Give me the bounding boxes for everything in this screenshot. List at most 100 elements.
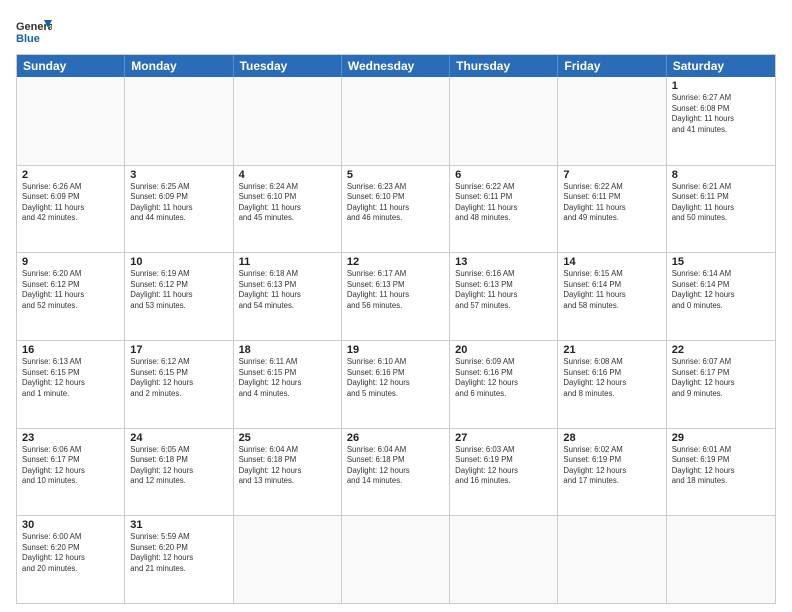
day-number: 23 xyxy=(22,432,119,444)
day-cell-30: 30Sunrise: 6:00 AM Sunset: 6:20 PM Dayli… xyxy=(17,516,125,603)
day-info: Sunrise: 6:04 AM Sunset: 6:18 PM Dayligh… xyxy=(239,445,336,487)
day-number: 31 xyxy=(130,519,227,531)
day-cell-5: 5Sunrise: 6:23 AM Sunset: 6:10 PM Daylig… xyxy=(342,166,450,253)
day-number: 7 xyxy=(563,169,660,181)
weekday-header-wednesday: Wednesday xyxy=(342,55,450,77)
svg-text:Blue: Blue xyxy=(16,33,40,45)
day-cell-22: 22Sunrise: 6:07 AM Sunset: 6:17 PM Dayli… xyxy=(667,341,775,428)
day-cell-17: 17Sunrise: 6:12 AM Sunset: 6:15 PM Dayli… xyxy=(125,341,233,428)
day-number: 14 xyxy=(563,256,660,268)
day-info: Sunrise: 6:12 AM Sunset: 6:15 PM Dayligh… xyxy=(130,357,227,399)
empty-cell-r5c6 xyxy=(667,516,775,603)
calendar-row-5: 30Sunrise: 6:00 AM Sunset: 6:20 PM Dayli… xyxy=(17,515,775,603)
day-number: 12 xyxy=(347,256,444,268)
weekday-header-sunday: Sunday xyxy=(17,55,125,77)
day-cell-12: 12Sunrise: 6:17 AM Sunset: 6:13 PM Dayli… xyxy=(342,253,450,340)
empty-cell-r0c0 xyxy=(17,77,125,165)
day-info: Sunrise: 6:23 AM Sunset: 6:10 PM Dayligh… xyxy=(347,182,444,224)
day-info: Sunrise: 6:01 AM Sunset: 6:19 PM Dayligh… xyxy=(672,445,770,487)
day-number: 26 xyxy=(347,432,444,444)
day-info: Sunrise: 6:06 AM Sunset: 6:17 PM Dayligh… xyxy=(22,445,119,487)
day-cell-15: 15Sunrise: 6:14 AM Sunset: 6:14 PM Dayli… xyxy=(667,253,775,340)
day-info: Sunrise: 6:22 AM Sunset: 6:11 PM Dayligh… xyxy=(455,182,552,224)
empty-cell-r0c4 xyxy=(450,77,558,165)
day-cell-24: 24Sunrise: 6:05 AM Sunset: 6:18 PM Dayli… xyxy=(125,429,233,516)
day-cell-20: 20Sunrise: 6:09 AM Sunset: 6:16 PM Dayli… xyxy=(450,341,558,428)
day-info: Sunrise: 6:11 AM Sunset: 6:15 PM Dayligh… xyxy=(239,357,336,399)
day-cell-26: 26Sunrise: 6:04 AM Sunset: 6:18 PM Dayli… xyxy=(342,429,450,516)
calendar-header: SundayMondayTuesdayWednesdayThursdayFrid… xyxy=(17,55,775,77)
day-number: 30 xyxy=(22,519,119,531)
day-cell-23: 23Sunrise: 6:06 AM Sunset: 6:17 PM Dayli… xyxy=(17,429,125,516)
day-cell-16: 16Sunrise: 6:13 AM Sunset: 6:15 PM Dayli… xyxy=(17,341,125,428)
day-cell-27: 27Sunrise: 6:03 AM Sunset: 6:19 PM Dayli… xyxy=(450,429,558,516)
weekday-header-monday: Monday xyxy=(125,55,233,77)
day-number: 3 xyxy=(130,169,227,181)
day-info: Sunrise: 6:25 AM Sunset: 6:09 PM Dayligh… xyxy=(130,182,227,224)
header: General Blue xyxy=(16,16,776,46)
day-info: Sunrise: 6:08 AM Sunset: 6:16 PM Dayligh… xyxy=(563,357,660,399)
day-info: Sunrise: 6:22 AM Sunset: 6:11 PM Dayligh… xyxy=(563,182,660,224)
day-cell-8: 8Sunrise: 6:21 AM Sunset: 6:11 PM Daylig… xyxy=(667,166,775,253)
calendar-row-1: 2Sunrise: 6:26 AM Sunset: 6:09 PM Daylig… xyxy=(17,165,775,253)
day-cell-2: 2Sunrise: 6:26 AM Sunset: 6:09 PM Daylig… xyxy=(17,166,125,253)
day-number: 29 xyxy=(672,432,770,444)
day-number: 24 xyxy=(130,432,227,444)
empty-cell-r5c5 xyxy=(558,516,666,603)
day-info: Sunrise: 6:20 AM Sunset: 6:12 PM Dayligh… xyxy=(22,269,119,311)
day-cell-6: 6Sunrise: 6:22 AM Sunset: 6:11 PM Daylig… xyxy=(450,166,558,253)
day-cell-7: 7Sunrise: 6:22 AM Sunset: 6:11 PM Daylig… xyxy=(558,166,666,253)
day-number: 22 xyxy=(672,344,770,356)
day-info: Sunrise: 6:18 AM Sunset: 6:13 PM Dayligh… xyxy=(239,269,336,311)
day-info: Sunrise: 6:26 AM Sunset: 6:09 PM Dayligh… xyxy=(22,182,119,224)
day-info: Sunrise: 6:21 AM Sunset: 6:11 PM Dayligh… xyxy=(672,182,770,224)
day-info: Sunrise: 6:02 AM Sunset: 6:19 PM Dayligh… xyxy=(563,445,660,487)
day-number: 18 xyxy=(239,344,336,356)
weekday-header-friday: Friday xyxy=(558,55,666,77)
day-number: 28 xyxy=(563,432,660,444)
day-number: 8 xyxy=(672,169,770,181)
day-info: Sunrise: 6:15 AM Sunset: 6:14 PM Dayligh… xyxy=(563,269,660,311)
day-cell-14: 14Sunrise: 6:15 AM Sunset: 6:14 PM Dayli… xyxy=(558,253,666,340)
calendar: SundayMondayTuesdayWednesdayThursdayFrid… xyxy=(16,54,776,604)
day-number: 11 xyxy=(239,256,336,268)
day-info: Sunrise: 6:03 AM Sunset: 6:19 PM Dayligh… xyxy=(455,445,552,487)
day-cell-29: 29Sunrise: 6:01 AM Sunset: 6:19 PM Dayli… xyxy=(667,429,775,516)
day-cell-11: 11Sunrise: 6:18 AM Sunset: 6:13 PM Dayli… xyxy=(234,253,342,340)
day-number: 10 xyxy=(130,256,227,268)
weekday-header-thursday: Thursday xyxy=(450,55,558,77)
day-info: Sunrise: 6:24 AM Sunset: 6:10 PM Dayligh… xyxy=(239,182,336,224)
day-cell-3: 3Sunrise: 6:25 AM Sunset: 6:09 PM Daylig… xyxy=(125,166,233,253)
day-info: Sunrise: 6:14 AM Sunset: 6:14 PM Dayligh… xyxy=(672,269,770,311)
day-number: 9 xyxy=(22,256,119,268)
day-number: 21 xyxy=(563,344,660,356)
day-number: 5 xyxy=(347,169,444,181)
empty-cell-r0c3 xyxy=(342,77,450,165)
calendar-row-4: 23Sunrise: 6:06 AM Sunset: 6:17 PM Dayli… xyxy=(17,428,775,516)
day-info: Sunrise: 6:17 AM Sunset: 6:13 PM Dayligh… xyxy=(347,269,444,311)
day-number: 15 xyxy=(672,256,770,268)
calendar-body: 1Sunrise: 6:27 AM Sunset: 6:08 PM Daylig… xyxy=(17,77,775,603)
day-number: 4 xyxy=(239,169,336,181)
day-cell-9: 9Sunrise: 6:20 AM Sunset: 6:12 PM Daylig… xyxy=(17,253,125,340)
day-cell-28: 28Sunrise: 6:02 AM Sunset: 6:19 PM Dayli… xyxy=(558,429,666,516)
day-number: 16 xyxy=(22,344,119,356)
day-number: 13 xyxy=(455,256,552,268)
empty-cell-r5c3 xyxy=(342,516,450,603)
day-info: Sunrise: 6:00 AM Sunset: 6:20 PM Dayligh… xyxy=(22,532,119,574)
day-cell-19: 19Sunrise: 6:10 AM Sunset: 6:16 PM Dayli… xyxy=(342,341,450,428)
calendar-row-0: 1Sunrise: 6:27 AM Sunset: 6:08 PM Daylig… xyxy=(17,77,775,165)
empty-cell-r0c5 xyxy=(558,77,666,165)
logo-icon: General Blue xyxy=(16,16,52,46)
day-number: 27 xyxy=(455,432,552,444)
logo: General Blue xyxy=(16,16,52,46)
day-info: Sunrise: 6:07 AM Sunset: 6:17 PM Dayligh… xyxy=(672,357,770,399)
day-cell-25: 25Sunrise: 6:04 AM Sunset: 6:18 PM Dayli… xyxy=(234,429,342,516)
day-info: Sunrise: 6:16 AM Sunset: 6:13 PM Dayligh… xyxy=(455,269,552,311)
day-cell-18: 18Sunrise: 6:11 AM Sunset: 6:15 PM Dayli… xyxy=(234,341,342,428)
day-number: 6 xyxy=(455,169,552,181)
day-info: Sunrise: 6:10 AM Sunset: 6:16 PM Dayligh… xyxy=(347,357,444,399)
day-cell-10: 10Sunrise: 6:19 AM Sunset: 6:12 PM Dayli… xyxy=(125,253,233,340)
day-number: 25 xyxy=(239,432,336,444)
day-info: Sunrise: 6:27 AM Sunset: 6:08 PM Dayligh… xyxy=(672,93,770,135)
